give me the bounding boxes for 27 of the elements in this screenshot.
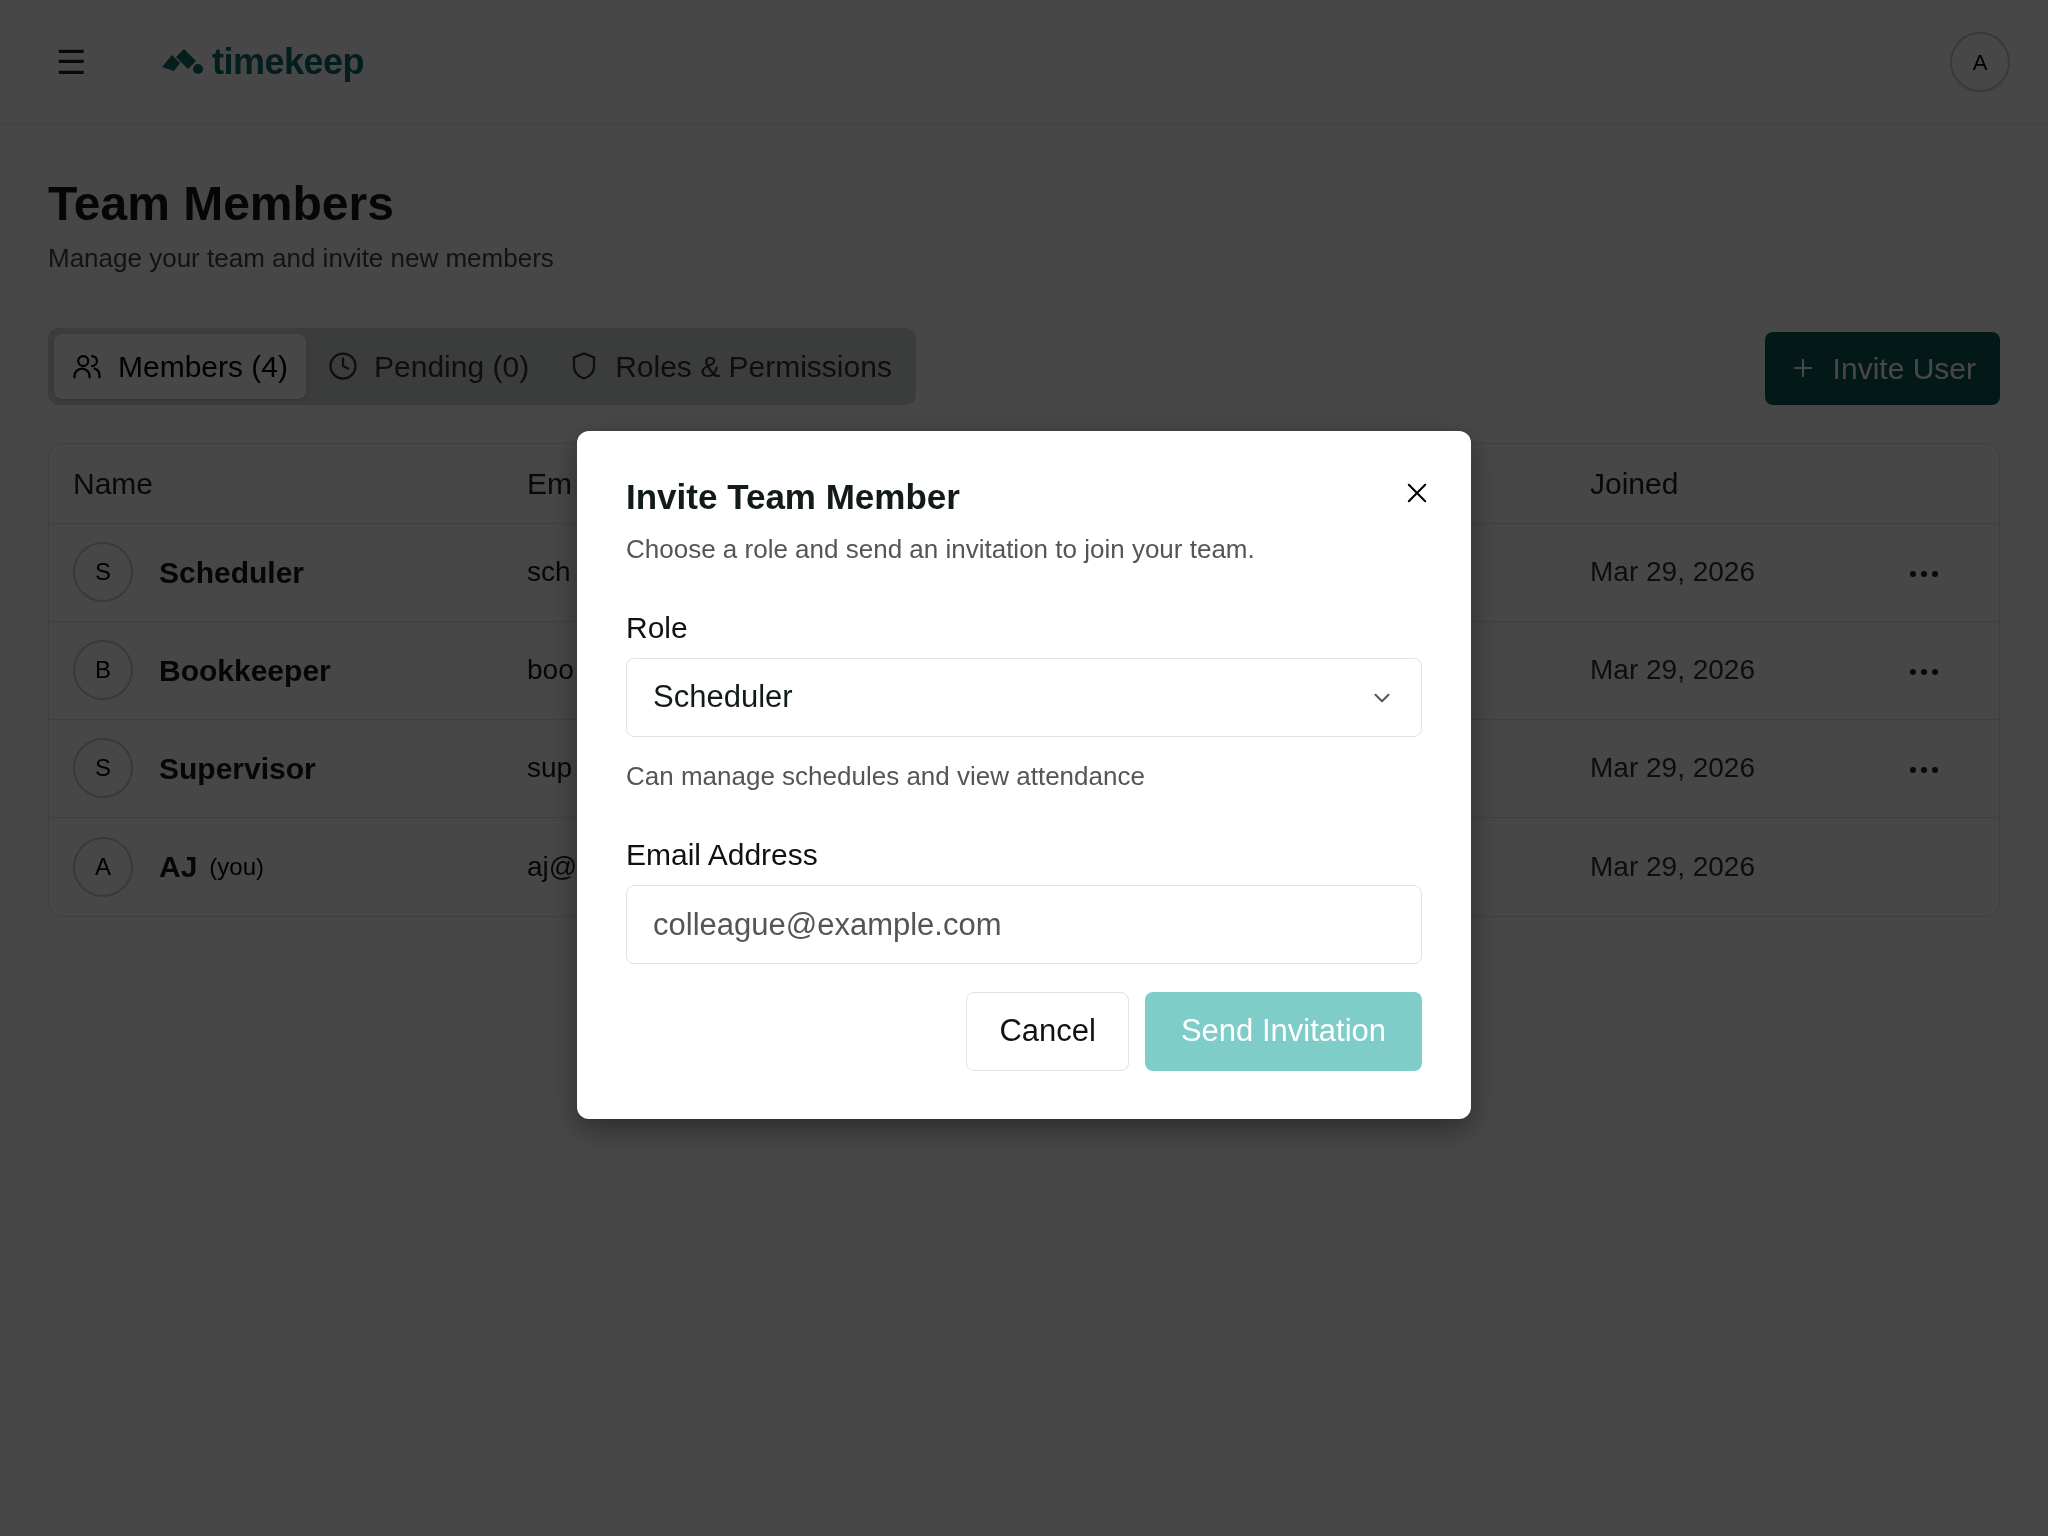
- column-header: Em: [527, 466, 572, 500]
- dialog-description: Choose a role and send an invitation to join your team.: [626, 533, 1256, 566]
- field-label: Email Address: [626, 837, 819, 873]
- field-label: Role: [626, 610, 689, 646]
- column-header: Joined: [1590, 466, 1679, 500]
- page-title: Team Members: [48, 176, 395, 232]
- member-name: AJ: [159, 849, 198, 886]
- date-cell: Mar 29, 2026: [1590, 850, 1755, 882]
- help-text: Can manage schedules and view attendance: [626, 760, 1146, 793]
- email-cell: boo: [527, 654, 574, 686]
- member-name: Supervisor: [159, 750, 316, 787]
- menu-button[interactable]: ☰: [56, 45, 86, 79]
- member-name: Bookkeeper: [159, 652, 331, 689]
- email-cell: sup: [527, 752, 573, 784]
- member-name: Scheduler: [159, 554, 305, 591]
- cancel-button[interactable]: Cancel: [966, 992, 1129, 1071]
- email-cell: sch: [527, 556, 571, 588]
- dialog-title: Invite Team Member: [626, 476, 960, 518]
- date-cell: Mar 29, 2026: [1590, 654, 1755, 686]
- logo-text: timekeep: [212, 40, 365, 84]
- column-header: Name: [73, 466, 154, 500]
- date-cell: Mar 29, 2026: [1590, 556, 1755, 588]
- role-dropdown[interactable]: Scheduler: [626, 658, 1422, 737]
- email-field[interactable]: colleague@example.com: [626, 885, 1422, 964]
- email-cell: aj@: [527, 850, 578, 882]
- date-cell: Mar 29, 2026: [1590, 752, 1755, 784]
- you-tag: (you): [209, 848, 265, 885]
